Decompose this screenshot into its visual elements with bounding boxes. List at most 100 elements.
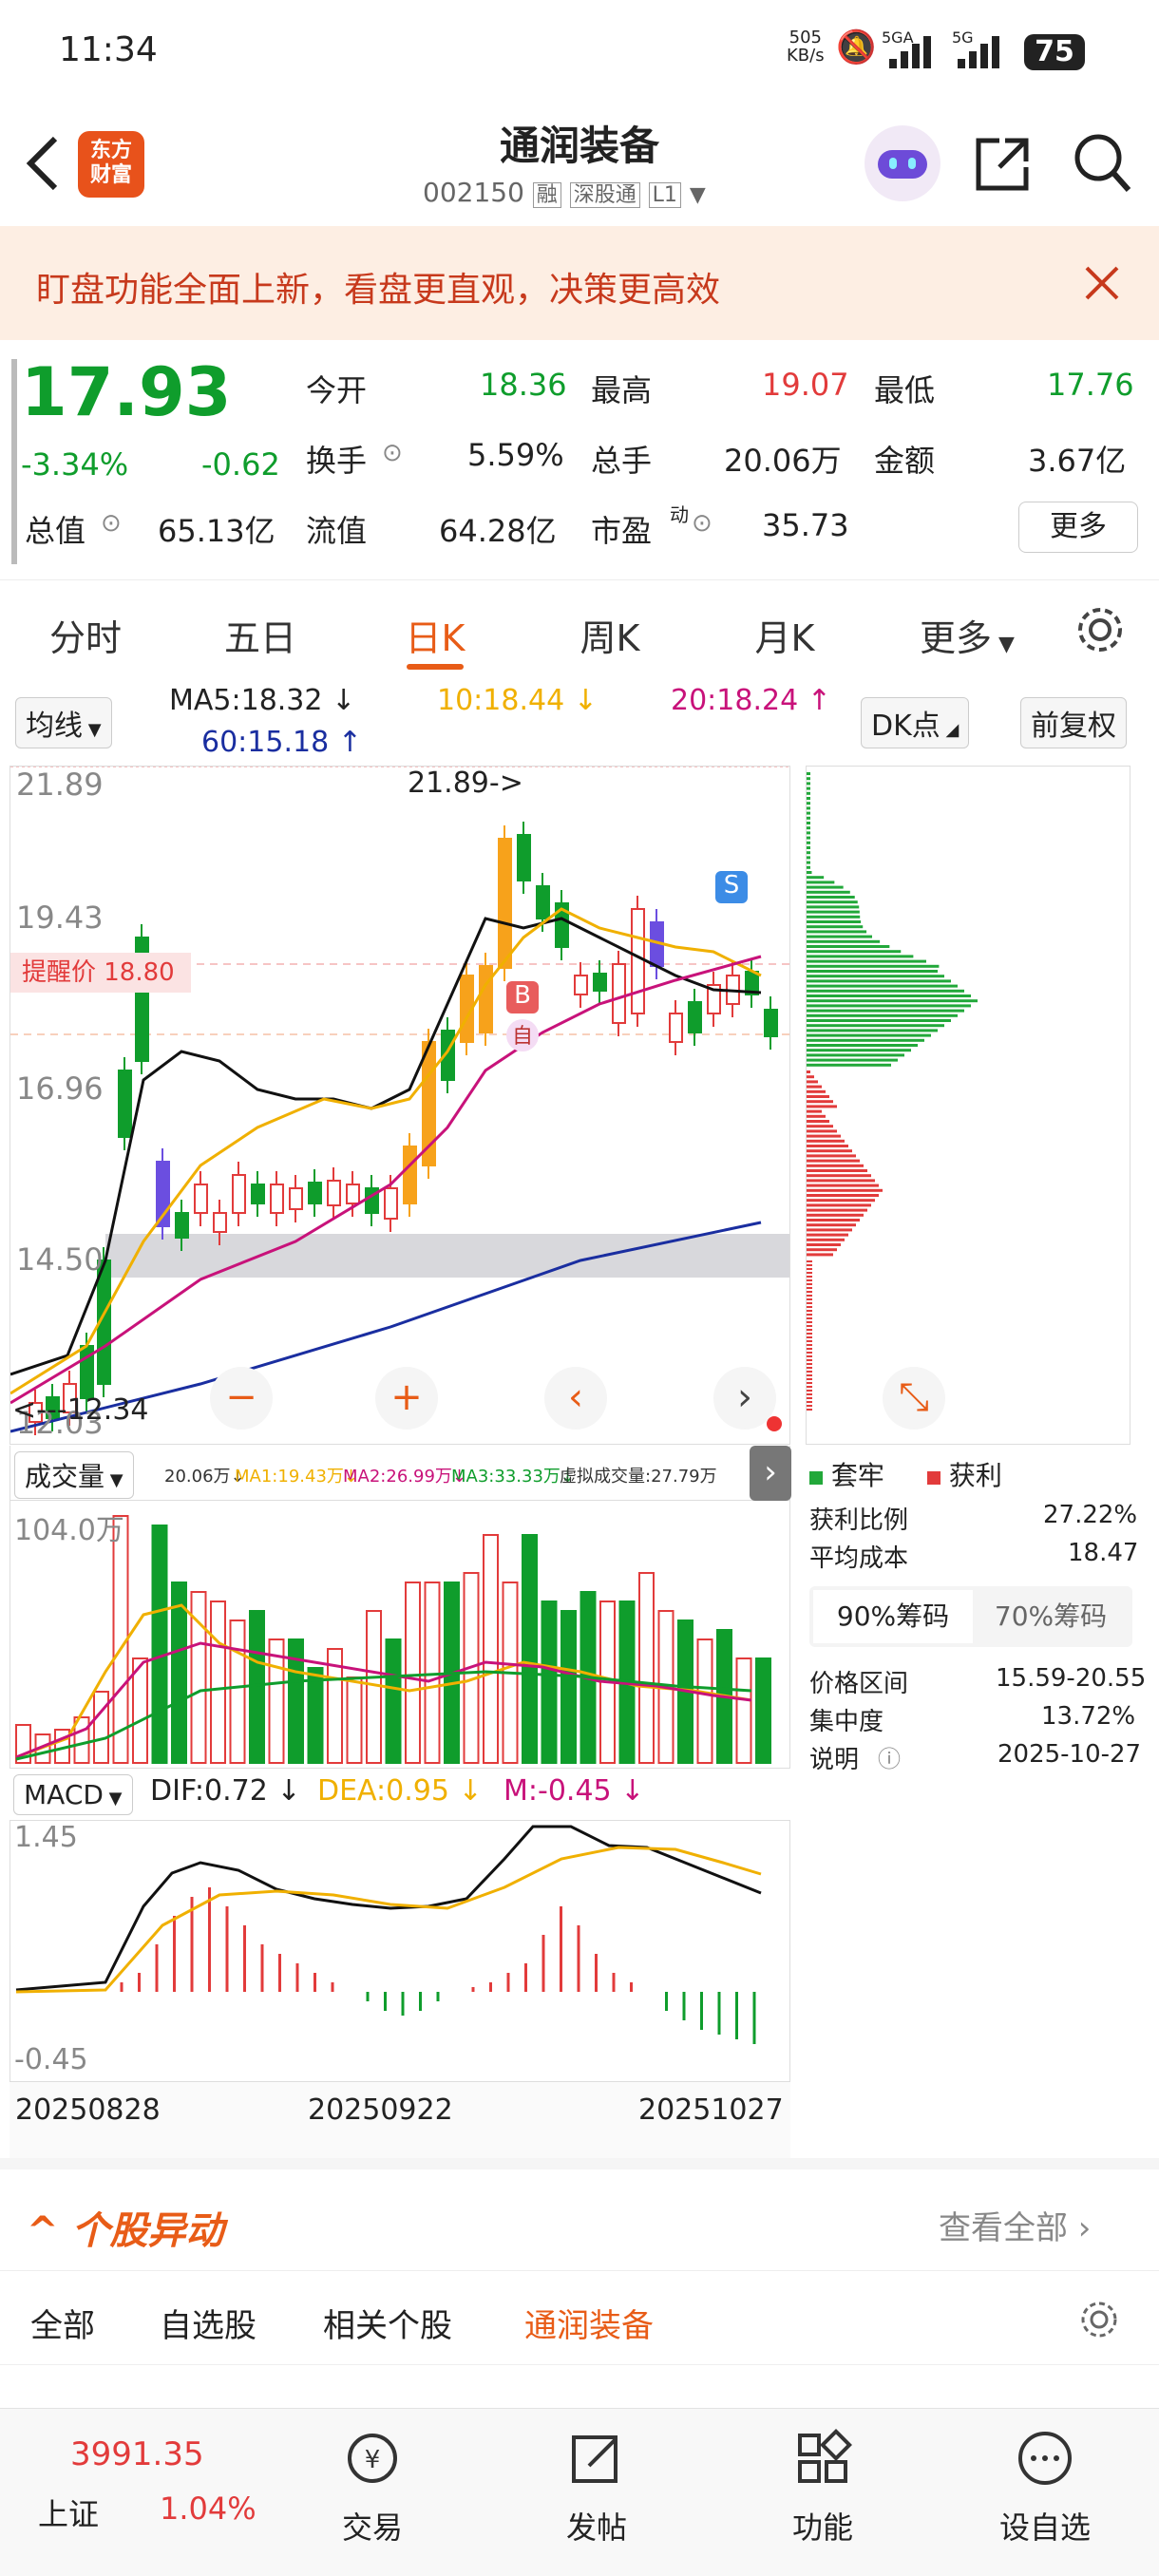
- chip-bar-profit: [807, 1134, 841, 1138]
- ma-selector[interactable]: 均线 ▼: [15, 697, 112, 748]
- settings-gear-icon[interactable]: [1077, 2298, 1121, 2341]
- more-button[interactable]: 更多: [1018, 502, 1138, 553]
- turnover-label[interactable]: 换手: [306, 437, 367, 481]
- chip-bar-trapped: [807, 871, 812, 874]
- chip-bar-profit: [807, 1264, 812, 1266]
- chip-bar-trapped: [807, 811, 810, 815]
- tab-weekly-k[interactable]: 周K: [543, 609, 676, 661]
- kline-svg: [10, 767, 791, 1435]
- expand-icon[interactable]: ⤡: [883, 1367, 945, 1430]
- tab-70-chips[interactable]: 70%筹码: [973, 1590, 1129, 1643]
- chip-bar-profit: [807, 1295, 812, 1297]
- ma60-value: 60:15.18 ↑: [201, 726, 362, 759]
- chip-bar-trapped: [807, 1044, 918, 1047]
- settings-gear-icon[interactable]: [1074, 603, 1127, 656]
- index-ticker[interactable]: 3991.35 上证 1.04%: [19, 2435, 266, 2559]
- close-icon[interactable]: [1083, 264, 1121, 302]
- kline-chart[interactable]: 21.89 19.43 16.96 14.50 12.03 21.89-> <-…: [10, 766, 791, 1445]
- scroll-left-button[interactable]: ‹: [544, 1367, 607, 1430]
- volume-bar: [424, 1582, 441, 1764]
- candle-body: [631, 908, 645, 1014]
- candle-body: [536, 885, 550, 919]
- mcap-label[interactable]: 总值: [25, 507, 86, 551]
- filter-related[interactable]: 相关个股: [323, 2300, 452, 2346]
- assistant-avatar[interactable]: [864, 125, 940, 201]
- collapse-arrow-icon[interactable]: ›: [750, 1446, 791, 1501]
- nav-post[interactable]: 发帖: [511, 2428, 682, 2548]
- chip-bar-trapped: [807, 791, 810, 795]
- info-icon[interactable]: ⊙: [382, 439, 403, 467]
- chip-bar-profit: [807, 1276, 812, 1278]
- chip-distribution[interactable]: ⤡: [806, 766, 1130, 1445]
- tab-five-day[interactable]: 五日: [194, 609, 327, 661]
- pe-label[interactable]: 市盈: [591, 507, 652, 551]
- self-marker[interactable]: 自: [506, 1019, 539, 1051]
- chip-bar-profit: [807, 1393, 812, 1395]
- buy-marker[interactable]: B: [506, 981, 539, 1013]
- app-logo[interactable]: 东方 财富: [78, 131, 144, 198]
- chip-bar-trapped: [807, 979, 951, 983]
- note-date: 2025-10-27: [998, 1740, 1142, 1769]
- tag-connect: 深股通: [569, 182, 640, 208]
- stock-name: 通润装备: [499, 123, 659, 169]
- chip-tabs: 90%筹码 70%筹码: [809, 1586, 1132, 1647]
- filter-this-stock[interactable]: 通润装备: [524, 2300, 654, 2346]
- volume-chart[interactable]: 104.0万: [10, 1501, 790, 1769]
- macd-chart[interactable]: 1.45 -0.45: [10, 1820, 790, 2082]
- nav-trade[interactable]: ¥ 交易: [287, 2428, 458, 2548]
- macd-selector[interactable]: MACD ▼: [13, 1774, 133, 1815]
- view-all-link[interactable]: 查看全部 ›: [939, 2202, 1091, 2248]
- chip-bar-profit: [807, 1085, 822, 1089]
- nav-add-watchlist[interactable]: 设自选: [960, 2428, 1130, 2548]
- chip-bar-profit: [807, 1382, 812, 1384]
- chip-bar-profit: [807, 1120, 829, 1123]
- candle-body: [270, 1184, 284, 1214]
- volume-bar: [307, 1667, 324, 1764]
- chip-bar-profit: [807, 1355, 812, 1357]
- sell-marker[interactable]: S: [715, 871, 748, 903]
- info-icon[interactable]: ⊙: [101, 509, 122, 538]
- info-icon[interactable]: ⊙: [692, 509, 712, 538]
- chip-bar-trapped: [807, 939, 881, 943]
- amount-value: 3.67亿: [1028, 443, 1127, 479]
- high-label: 最高: [591, 372, 653, 408]
- tab-more[interactable]: 更多 ▼: [901, 609, 1034, 661]
- chip-bar-trapped: [807, 1024, 944, 1028]
- alert-price[interactable]: 提醒价 18.80: [10, 953, 191, 993]
- candle-body: [213, 1212, 227, 1233]
- filter-all[interactable]: 全部: [30, 2300, 95, 2346]
- profit-ratio-value: 27.22%: [1043, 1501, 1138, 1529]
- info-icon[interactable]: ⓘ: [878, 1740, 901, 1773]
- filter-watchlist[interactable]: 自选股: [160, 2300, 256, 2346]
- zoom-in-button[interactable]: +: [375, 1367, 438, 1430]
- chip-bar-profit: [807, 1340, 812, 1342]
- chip-bar-trapped: [807, 970, 938, 973]
- vol-current: 20.06万↓: [164, 1467, 245, 1487]
- zoom-out-button[interactable]: −: [210, 1367, 273, 1430]
- vol-ma1: MA1:19.43万↓: [235, 1467, 358, 1487]
- net-speed: 505 KB/s: [787, 28, 825, 66]
- tab-90-chips[interactable]: 90%筹码: [813, 1590, 973, 1643]
- chip-bar-profit: [807, 1164, 864, 1167]
- search-icon[interactable]: [1072, 131, 1134, 198]
- note-label[interactable]: 说明: [809, 1740, 859, 1775]
- chip-bar-trapped: [807, 925, 864, 929]
- share-icon[interactable]: [971, 133, 1034, 196]
- chip-bar-trapped: [807, 1009, 964, 1013]
- volume-selector[interactable]: 成交量 ▼: [14, 1451, 134, 1499]
- adjust-button[interactable]: 前复权: [1020, 697, 1127, 748]
- chip-bar-trapped: [807, 881, 835, 884]
- chip-bar-trapped: [807, 865, 810, 869]
- tab-intraday[interactable]: 分时: [19, 609, 152, 661]
- chip-bar-profit: [807, 1238, 845, 1241]
- chip-bar-trapped: [807, 806, 810, 810]
- last-price: 17.93: [21, 353, 232, 431]
- svg-text:¥: ¥: [365, 2446, 381, 2474]
- back-icon[interactable]: [21, 133, 63, 194]
- tab-monthly-k[interactable]: 月K: [718, 609, 851, 661]
- nav-functions[interactable]: 功能: [737, 2428, 908, 2548]
- stock-code-row[interactable]: 002150 融 深股通 L1 ▼: [423, 177, 706, 208]
- tab-daily-k[interactable]: 日K: [369, 609, 502, 661]
- feature-banner[interactable]: 盯盘功能全面上新，看盘更直观，决策更高效: [0, 226, 1159, 340]
- dk-point-button[interactable]: DK点 ◢: [861, 697, 970, 748]
